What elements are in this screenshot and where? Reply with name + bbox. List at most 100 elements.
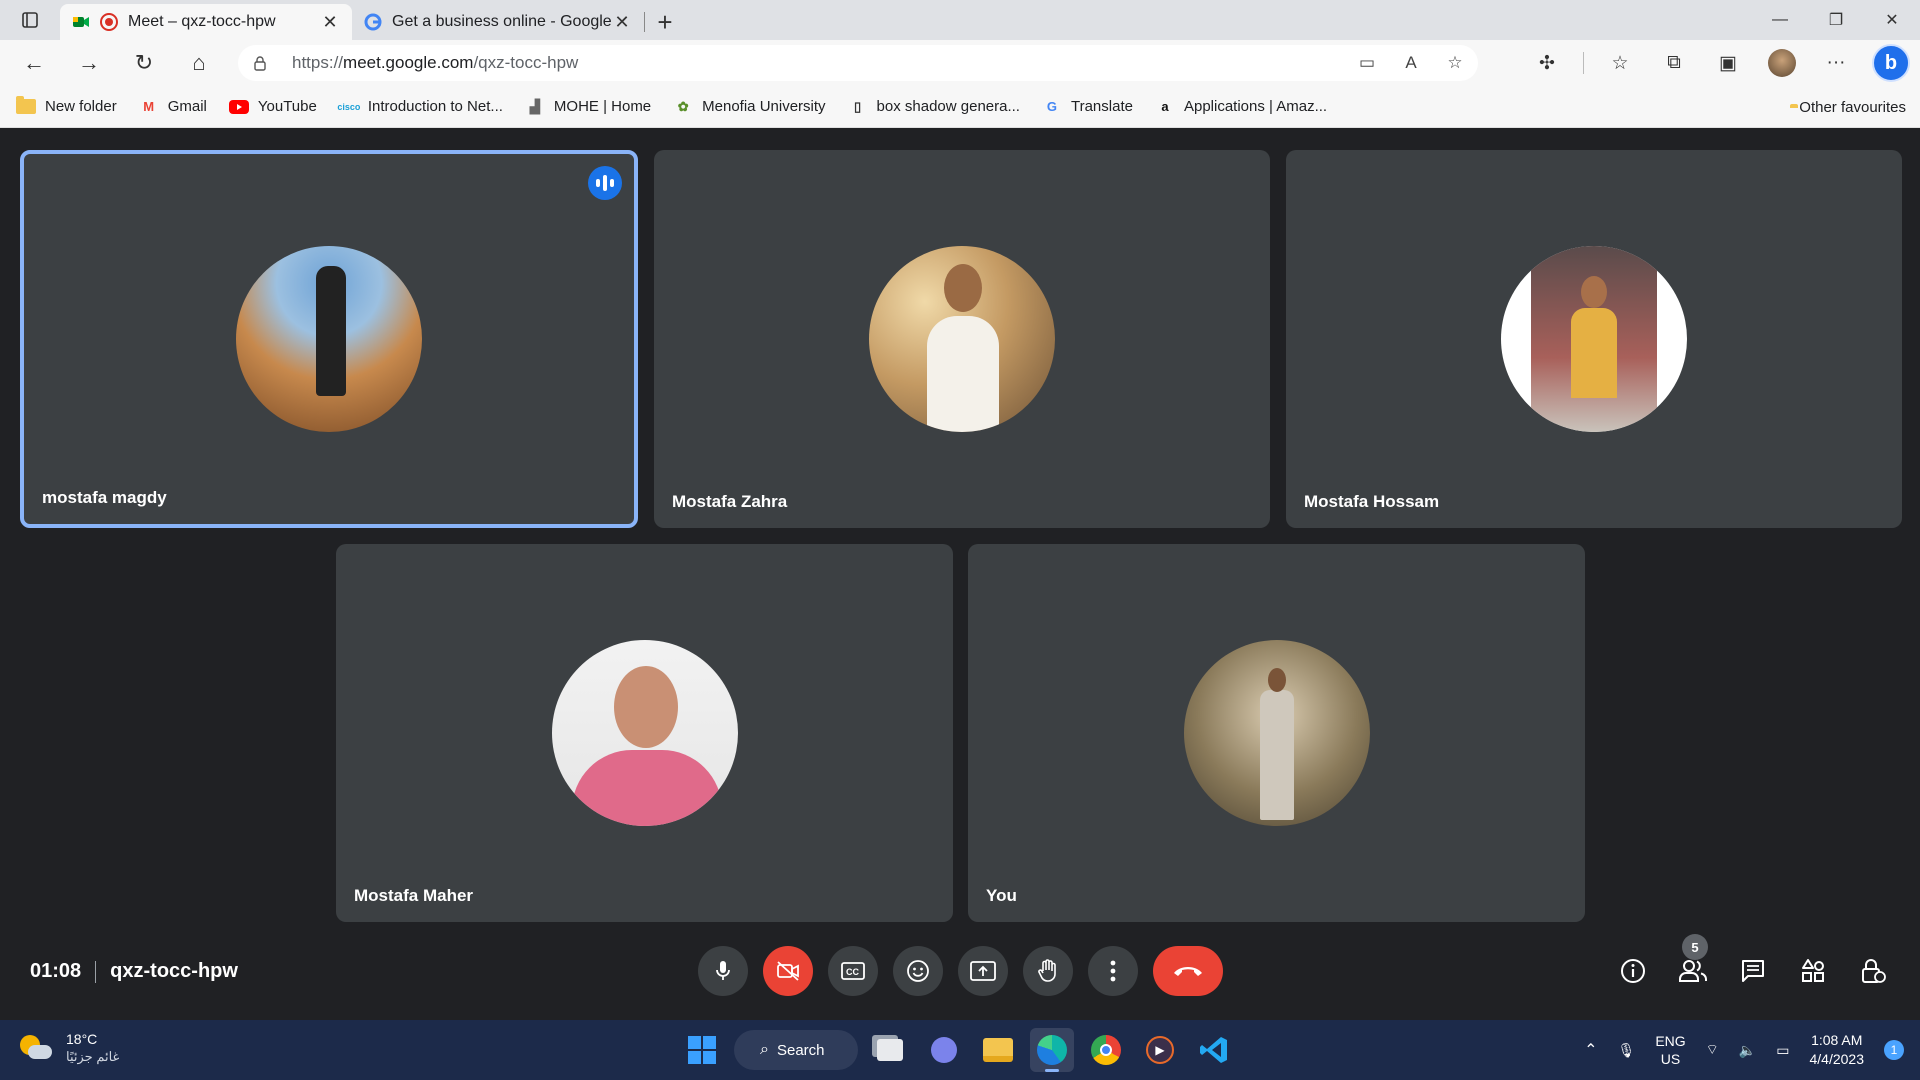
meeting-time: 01:08 [30,960,82,982]
minimize-icon[interactable]: — [1752,0,1808,40]
microphone-button[interactable] [698,946,748,996]
task-view-button[interactable] [868,1028,912,1072]
bookmark-translate[interactable]: G Translate [1042,98,1133,116]
vscode-icon [1200,1037,1227,1063]
tab-google-business[interactable]: Get a business online - Google D ✕ [352,4,644,40]
participant-tile-mostafa-hossam[interactable]: Mostafa Hossam [1286,150,1902,528]
clock[interactable]: 1:08 AM 4/4/2023 [1810,1031,1865,1069]
chrome-button[interactable] [1084,1028,1128,1072]
meeting-info: 01:08 qxz-tocc-hpw [30,960,238,983]
volume-icon[interactable]: 🔈 [1739,1042,1756,1059]
bookmark-label: box shadow genera... [876,98,1020,115]
favourites-icon[interactable]: ☆ [1602,45,1638,81]
tab-actions-icon[interactable] [0,0,60,40]
participant-tile-you[interactable]: You [968,544,1585,922]
task-view-icon [877,1039,903,1061]
bookmark-label: Gmail [167,98,207,115]
media-player-button[interactable]: ▶ [1138,1028,1182,1072]
edge-icon [1037,1035,1067,1065]
bookmark-menofia[interactable]: ✿ Menofia University [673,98,826,116]
captions-icon: CC [841,962,865,980]
participant-tile-mostafa-zahra[interactable]: Mostafa Zahra [654,150,1270,528]
more-options-icon[interactable]: ··· [1818,45,1854,81]
bookmark-box-shadow[interactable]: ▯ box shadow genera... [848,98,1020,116]
notification-badge[interactable]: 1 [1884,1040,1904,1060]
leave-call-button[interactable] [1153,946,1223,996]
captions-button[interactable]: CC [828,946,878,996]
start-button[interactable] [680,1028,724,1072]
bookmark-label: Applications | Amaz... [1183,98,1328,115]
microphone-in-use-icon[interactable]: 🎙 [1618,1042,1636,1059]
activities-button[interactable] [1788,946,1838,996]
file-explorer-button[interactable] [976,1028,1020,1072]
meeting-code: qxz-tocc-hpw [110,960,238,982]
restore-icon[interactable]: ❐ [1808,0,1864,40]
camera-off-button[interactable] [763,946,813,996]
reactions-button[interactable] [893,946,943,996]
taskbar-search[interactable]: ⌕ Search [734,1030,858,1070]
read-aloud-icon[interactable]: A [1398,50,1424,76]
browser-tab-bar: Meet – qxz-tocc-hpw ✕ Get a business onl… [0,0,1920,40]
tab-title: Meet – qxz-tocc-hpw [128,13,276,30]
bookmark-youtube[interactable]: YouTube [228,98,317,116]
participant-tile-mostafa-maher[interactable]: Mostafa Maher [336,544,953,922]
bing-chat-icon[interactable]: b [1872,44,1910,82]
other-favourites[interactable]: Other favourites [1790,86,1906,128]
avatar [869,246,1055,432]
extensions-icon[interactable]: ✣ [1529,45,1565,81]
microphone-icon [716,961,730,980]
avatar [1183,640,1370,826]
bookmark-mohe[interactable]: ▟ MOHE | Home [525,98,651,116]
present-screen-button[interactable] [958,946,1008,996]
bookmark-gmail[interactable]: M Gmail [139,98,207,116]
back-icon[interactable]: ← [14,45,54,81]
math-solver-icon[interactable]: ▣ [1710,45,1746,81]
cisco-icon: cisco [337,101,361,112]
file-explorer-icon [983,1038,1013,1062]
side-panel-controls: 5 [1608,934,1898,996]
avatar-figure [571,750,722,826]
new-tab-button[interactable]: + [645,4,685,40]
mohe-icon: ▟ [529,98,540,114]
bookmark-new-folder[interactable]: New folder [16,96,117,116]
bookmark-amazon[interactable]: a Applications | Amaz... [1155,98,1327,116]
gmail-icon: M [143,99,155,114]
chat-button[interactable] [1728,946,1778,996]
raise-hand-button[interactable] [1023,946,1073,996]
vscode-button[interactable] [1192,1028,1236,1072]
translate-icon: G [1046,99,1058,114]
input-language[interactable]: ENG US [1655,1032,1685,1068]
close-window-icon[interactable]: ✕ [1864,0,1920,40]
address-actions: ▭ A ☆ [1354,45,1468,81]
add-favourite-icon[interactable]: ☆ [1442,50,1468,76]
profile-avatar[interactable] [1764,45,1800,81]
wifi-icon[interactable]: ⌔ [1706,1041,1719,1059]
address-bar[interactable]: https://meet.google.com/qxz-tocc-hpw ▭ A… [238,45,1478,81]
meet-stage: mostafa magdy Mostafa Zahra Mostafa Hoss… [0,128,1920,1020]
close-tab-icon[interactable]: ✕ [320,12,340,33]
more-options-button[interactable] [1088,946,1138,996]
participant-tile-mostafa-magdy[interactable]: mostafa magdy [20,150,638,528]
meeting-details-button[interactable] [1608,946,1658,996]
close-tab-icon[interactable]: ✕ [612,12,632,33]
call-controls: CC [698,946,1223,996]
weather-widget[interactable]: 18°C غائم جزئيًا [20,1030,119,1066]
battery-icon[interactable]: ▭ [1776,1042,1789,1059]
host-controls-button[interactable] [1848,946,1898,996]
people-button[interactable]: 5 [1668,934,1718,996]
collections-icon[interactable]: ⧉ [1656,45,1692,81]
home-icon[interactable]: ⌂ [179,45,219,81]
chevron-up-icon[interactable]: ⌃ [1584,1040,1597,1060]
avatar-figure [927,316,999,432]
teams-chat-icon [931,1037,957,1063]
windows-logo-icon [688,1036,716,1064]
teams-chat-button[interactable] [922,1028,966,1072]
tab-meet[interactable]: Meet – qxz-tocc-hpw ✕ [60,4,352,40]
edge-button[interactable] [1030,1028,1074,1072]
participant-count-badge: 5 [1682,934,1708,960]
forward-icon[interactable]: → [69,45,109,81]
browser-toolbar: ← → ↻ ⌂ https://meet.google.com/qxz-tocc… [0,40,1920,86]
bookmark-cisco[interactable]: cisco Introduction to Net... [337,98,503,116]
refresh-icon[interactable]: ↻ [124,45,164,81]
camera-permission-icon[interactable]: ▭ [1354,50,1380,76]
